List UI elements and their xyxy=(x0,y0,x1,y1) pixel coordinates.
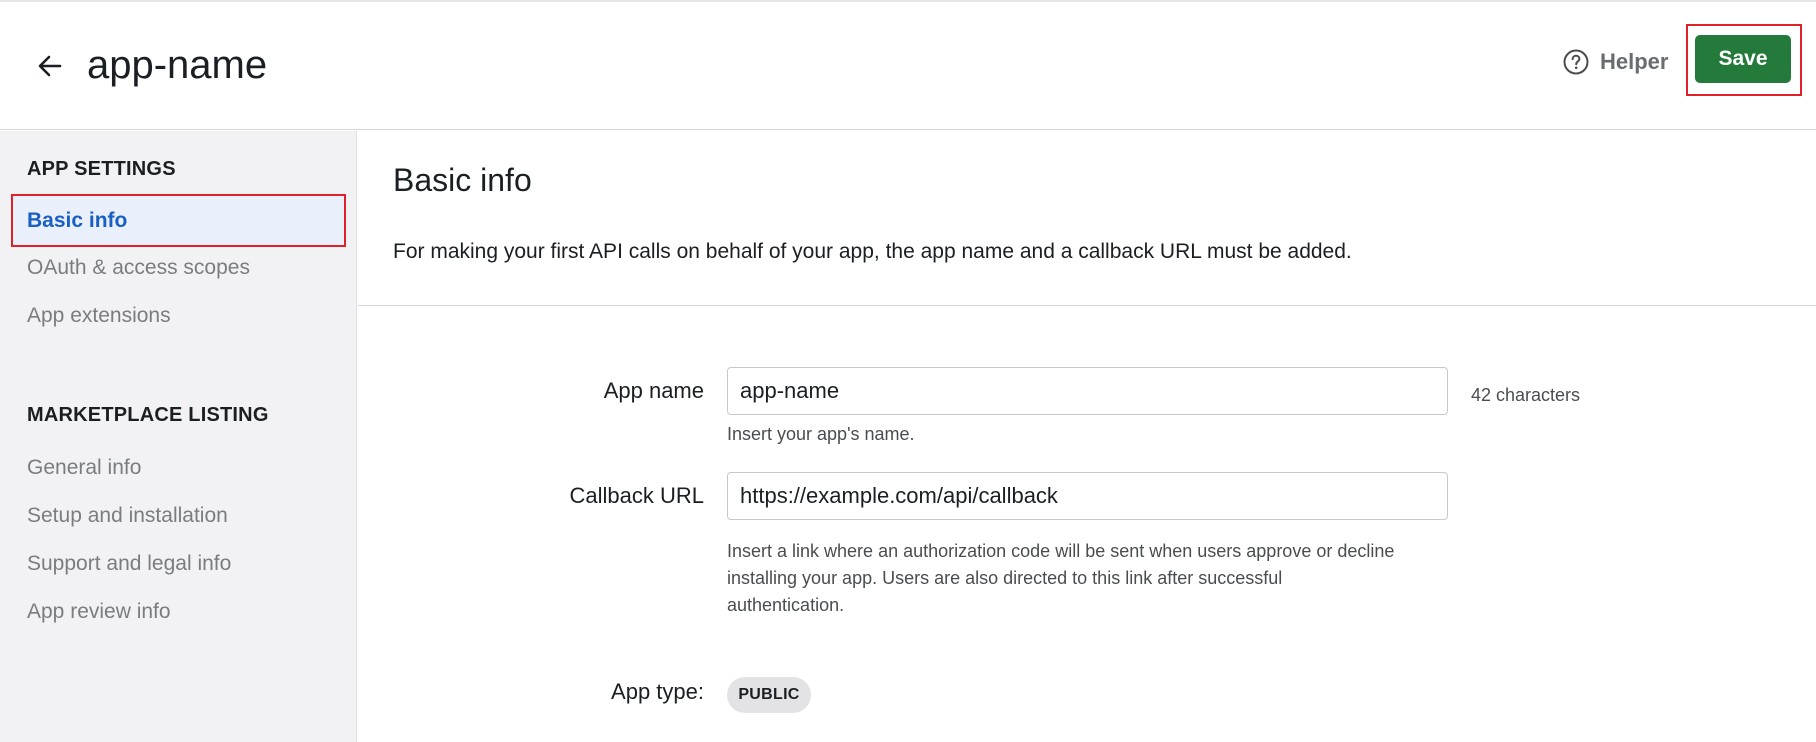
section-description: For making your first API calls on behal… xyxy=(393,240,1352,263)
app-name-label: App name xyxy=(603,378,704,403)
app-type-badge: PUBLIC xyxy=(727,677,811,713)
sidebar-item-setup-and-installation[interactable]: Setup and installation xyxy=(27,504,228,528)
arrow-left-icon xyxy=(38,55,62,77)
app-name-char-count: 42 characters xyxy=(1471,385,1581,405)
app-type-label: App type: xyxy=(611,679,704,704)
callback-url-input[interactable] xyxy=(727,472,1448,520)
app-name-input[interactable] xyxy=(727,367,1448,415)
helper-button[interactable]: Helper xyxy=(1562,46,1668,78)
section-title: Basic info xyxy=(393,162,532,198)
callback-url-hint-line: installing your app. Users are also dire… xyxy=(727,568,1283,588)
sidebar-item-general-info[interactable]: General info xyxy=(27,456,141,480)
sidebar-item-app-review-info[interactable]: App review info xyxy=(27,600,171,624)
callback-url-label: Callback URL xyxy=(569,483,705,508)
callback-url-hint-line: authentication. xyxy=(727,595,845,615)
sidebar-item-basic-info[interactable]: Basic info xyxy=(27,209,127,233)
callback-url-hint: Insert a link where an authorization cod… xyxy=(727,538,1394,619)
sidebar-item-oauth-access-scopes[interactable]: OAuth & access scopes xyxy=(27,256,250,280)
sidebar-section-marketplace-listing: MARKETPLACE LISTING xyxy=(27,404,269,426)
sidebar-section-app-settings: APP SETTINGS xyxy=(27,158,176,180)
app-name-hint: Insert your app's name. xyxy=(727,424,915,444)
helper-label: Helper xyxy=(1600,49,1669,74)
sidebar-item-app-extensions[interactable]: App extensions xyxy=(27,304,171,328)
callback-url-hint-line: Insert a link where an authorization cod… xyxy=(727,541,1395,561)
question-circle-icon xyxy=(1563,49,1589,75)
section-divider xyxy=(358,305,1816,306)
back-button[interactable] xyxy=(30,46,70,86)
page-title: app-name xyxy=(87,43,268,87)
page-header: app-name Helper xyxy=(0,2,1816,130)
save-button[interactable]: Save xyxy=(1695,35,1791,83)
sidebar-item-support-and-legal-info[interactable]: Support and legal info xyxy=(27,552,231,576)
